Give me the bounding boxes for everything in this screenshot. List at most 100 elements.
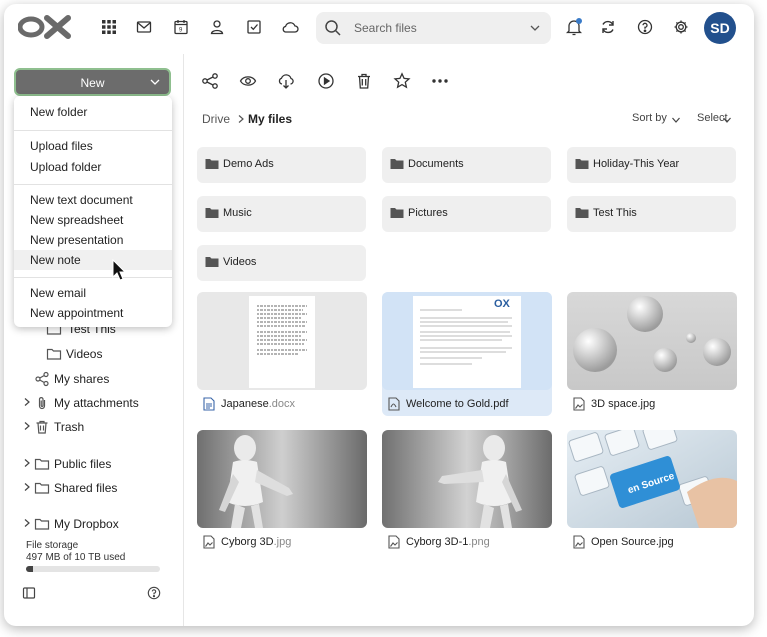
delete-trash-icon[interactable]: [355, 72, 373, 90]
file-tile[interactable]: Cyborg 3D.jpg: [197, 430, 367, 554]
menu-item-upload-folder[interactable]: Upload folder: [14, 157, 172, 177]
folder-tile[interactable]: Documents: [382, 147, 551, 183]
image-file-icon: [203, 535, 215, 549]
file-tile[interactable]: Japanese.docx: [197, 292, 367, 416]
tree-item-my-dropbox[interactable]: My Dropbox: [4, 514, 184, 534]
folder-icon: [205, 159, 219, 169]
breadcrumb-root[interactable]: Drive: [202, 112, 230, 126]
menu-divider: [14, 277, 172, 278]
notification-dot: [576, 18, 582, 24]
file-tile[interactable]: Cyborg 3D-1.png: [382, 430, 552, 554]
file-thumbnail: [382, 430, 552, 528]
tree-item-trash[interactable]: Trash: [4, 417, 184, 437]
file-name: Cyborg 3D.jpg: [221, 536, 292, 548]
file-name: Japanese.docx: [221, 398, 296, 410]
search-box[interactable]: Search files: [316, 12, 551, 44]
menu-item-new-note[interactable]: New note: [14, 250, 172, 270]
folder-tile[interactable]: Test This: [567, 196, 736, 232]
chevron-right-icon[interactable]: [22, 518, 32, 528]
image-file-icon: [388, 535, 400, 549]
folder-tile[interactable]: Holiday-This Year: [567, 147, 736, 183]
ox-logo[interactable]: [18, 15, 72, 39]
share-icon[interactable]: [201, 72, 219, 90]
file-thumbnail: [197, 292, 367, 390]
folder-icon: [34, 516, 50, 532]
help-icon[interactable]: [636, 18, 654, 36]
tree-item-label: Public files: [54, 457, 112, 471]
pdf-file-icon: [388, 397, 400, 411]
tree-item-videos[interactable]: Videos: [4, 344, 184, 364]
favorite-star-icon[interactable]: [393, 72, 411, 90]
settings-gear-icon[interactable]: [672, 18, 690, 36]
paperclip-icon: [34, 395, 50, 411]
mail-icon[interactable]: [135, 18, 153, 36]
file-name: Welcome to Gold.pdf: [406, 398, 509, 410]
file-tile[interactable]: en Source Open Source.jpg: [567, 430, 737, 554]
tree-item-label: My shares: [54, 372, 110, 386]
tree-item-label: Videos: [66, 347, 103, 361]
sort-by-button[interactable]: Sort by: [632, 112, 667, 124]
chevron-right-icon[interactable]: [22, 397, 32, 407]
folder-name: Documents: [408, 158, 464, 170]
folder-icon: [205, 208, 219, 218]
file-name: 3D space.jpg: [591, 398, 656, 410]
play-icon[interactable]: [317, 72, 335, 90]
menu-item-new-presentation[interactable]: New presentation: [14, 230, 172, 250]
contacts-icon[interactable]: [208, 18, 226, 36]
new-dropdown-menu: New folder Upload files Upload folder Ne…: [14, 96, 172, 327]
chevron-right-icon: [238, 115, 244, 123]
refresh-icon[interactable]: [599, 18, 617, 36]
apps-grid-icon[interactable]: [100, 18, 118, 36]
toggle-sidebar-icon[interactable]: [22, 586, 36, 600]
folder-icon: [575, 208, 589, 218]
tree-item-label: Trash: [54, 420, 85, 434]
menu-item-new-folder[interactable]: New folder: [14, 102, 172, 122]
tree-item-my-shares[interactable]: My shares: [4, 369, 184, 389]
chevron-down-icon[interactable]: [529, 22, 541, 34]
folder-name: Test This: [593, 207, 637, 219]
folder-tile[interactable]: Pictures: [382, 196, 551, 232]
menu-item-upload-files[interactable]: Upload files: [14, 136, 172, 156]
folder-name: Holiday-This Year: [593, 158, 680, 170]
svg-text:9: 9: [179, 28, 183, 34]
more-icon[interactable]: [431, 72, 449, 90]
pdf-logo-text: OX: [494, 298, 510, 310]
chevron-down-icon[interactable]: [722, 115, 732, 125]
storage-usage: 497 MB of 10 TB used: [26, 552, 126, 563]
tree-item-label: Shared files: [54, 481, 118, 495]
file-tile[interactable]: 3D space.jpg: [567, 292, 737, 416]
search-input[interactable]: Search files: [354, 21, 417, 35]
calendar-icon[interactable]: 9: [172, 18, 190, 36]
mouse-cursor-icon: [112, 259, 127, 281]
chevron-right-icon[interactable]: [22, 458, 32, 468]
storage-progress-bar: [26, 566, 160, 572]
folder-tile[interactable]: Demo Ads: [197, 147, 366, 183]
folder-name: Pictures: [408, 207, 448, 219]
help-icon[interactable]: [147, 586, 161, 600]
menu-item-new-appointment[interactable]: New appointment: [14, 303, 172, 323]
download-cloud-icon[interactable]: [277, 72, 295, 90]
menu-item-new-spreadsheet[interactable]: New spreadsheet: [14, 210, 172, 230]
folder-icon: [34, 456, 50, 472]
folder-tile[interactable]: Music: [197, 196, 366, 232]
chevron-right-icon[interactable]: [22, 421, 32, 431]
bell-icon[interactable]: [565, 18, 583, 36]
drive-cloud-icon[interactable]: [281, 18, 299, 36]
tree-item-my-attachments[interactable]: My attachments: [4, 393, 184, 413]
tree-item-public-files[interactable]: Public files: [4, 454, 184, 474]
menu-item-new-email[interactable]: New email: [14, 283, 172, 303]
menu-item-new-text-document[interactable]: New text document: [14, 190, 172, 210]
folder-icon: [205, 257, 219, 267]
avatar[interactable]: SD: [704, 12, 736, 44]
tree-item-shared-files[interactable]: Shared files: [4, 478, 184, 498]
tasks-icon[interactable]: [245, 18, 263, 36]
folder-tile[interactable]: Videos: [197, 245, 366, 281]
new-button[interactable]: New: [14, 68, 171, 96]
view-eye-icon[interactable]: [239, 72, 257, 90]
chevron-right-icon[interactable]: [22, 482, 32, 492]
file-tile-selected[interactable]: OX Welcome to Gold.pdf: [382, 292, 552, 416]
folder-icon: [34, 480, 50, 496]
tree-item-label: My Dropbox: [54, 517, 119, 531]
main-content: Drive My files Sort by Select Demo Ads D…: [184, 54, 754, 626]
chevron-down-icon[interactable]: [671, 115, 681, 125]
